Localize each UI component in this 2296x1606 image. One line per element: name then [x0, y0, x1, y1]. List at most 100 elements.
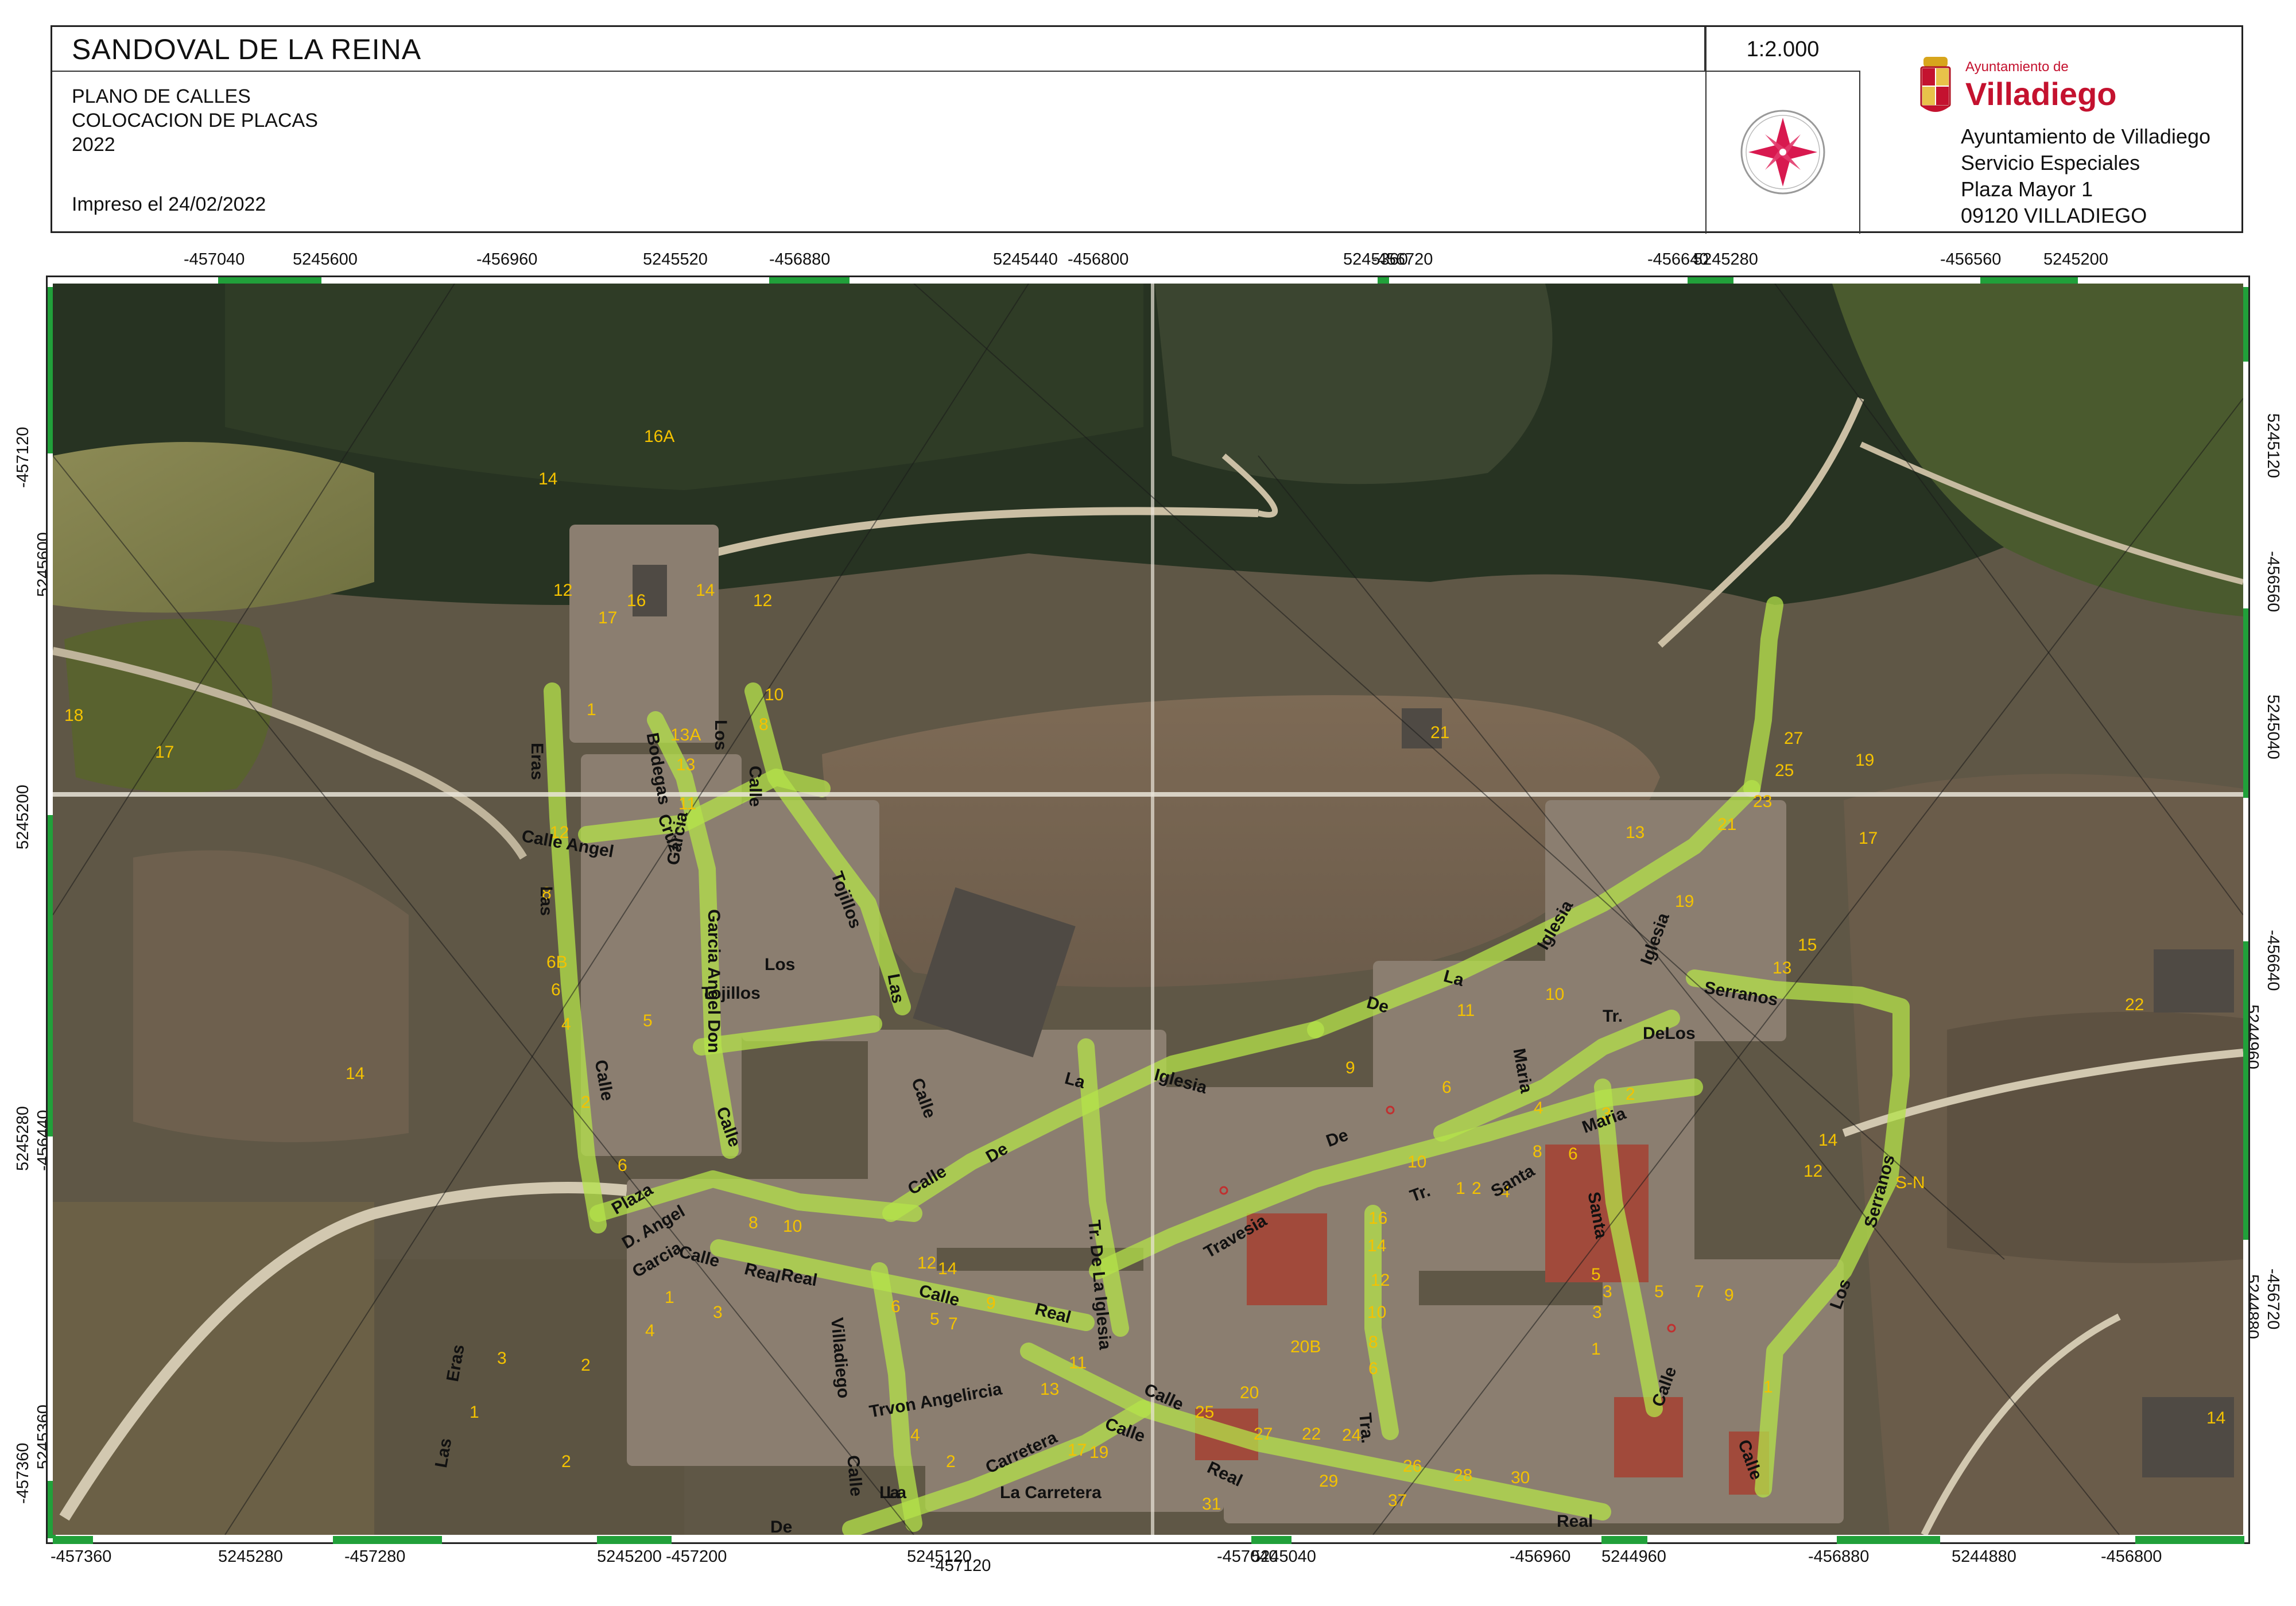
street-label: Tojillos — [701, 984, 761, 1003]
house-number: 10 — [1367, 1303, 1387, 1322]
house-number: 18 — [64, 706, 84, 725]
organization-block: Ayuntamiento de Villadiego Ayuntamiento … — [1915, 27, 2245, 234]
house-number: 25 — [1195, 1403, 1215, 1422]
tick-label-bottom: 5245280 — [218, 1547, 283, 1566]
house-number: 8 — [1368, 1333, 1378, 1352]
subtitle-line: PLANO DE CALLES — [72, 86, 251, 107]
house-number: 17 — [1068, 1441, 1087, 1460]
compass-rose-cell — [1705, 72, 1860, 234]
street-label: Los — [765, 955, 796, 974]
tick-label-top: -456880 — [769, 250, 831, 269]
house-number: 5 — [930, 1310, 940, 1329]
house-number: 14 — [346, 1064, 365, 1083]
map-header: SANDOVAL DE LA REINA PLANO DE CALLES COL… — [51, 25, 2245, 234]
house-number: 27 — [1254, 1425, 1273, 1444]
house-number: 13 — [676, 755, 696, 774]
house-number: 27 — [1784, 729, 1804, 748]
house-number: 17 — [598, 608, 618, 627]
org-small-label: Ayuntamiento de — [1965, 59, 2069, 75]
house-number: 4 — [1534, 1099, 1543, 1118]
street-label: Calle — [843, 1454, 866, 1498]
house-number: 23 — [1753, 792, 1773, 811]
tick-label-right: -456560 — [2264, 551, 2282, 612]
house-number: 3 — [1603, 1282, 1612, 1301]
street-label: La — [879, 1483, 900, 1502]
street-label: Tra. — [1355, 1412, 1377, 1445]
house-number: 8 — [759, 715, 769, 734]
org-name: Villadiego — [1965, 76, 2117, 112]
house-number: 6 — [1568, 1145, 1578, 1163]
house-number: 9 — [1345, 1058, 1355, 1077]
tick-label-bottom: -457360 — [51, 1547, 112, 1566]
house-number: 10 — [765, 685, 784, 704]
street-label: Real — [1557, 1512, 1593, 1531]
house-number: 11 — [678, 794, 697, 813]
house-number: 8 — [748, 1213, 758, 1232]
house-number: 9 — [986, 1294, 996, 1313]
house-number: 14 — [696, 581, 715, 600]
org-line: Servicio Especiales — [1961, 151, 2140, 174]
house-number: 15 — [1798, 936, 1817, 955]
tick-label-top: -457040 — [184, 250, 245, 269]
tick-label-top: 5245600 — [293, 250, 358, 269]
tick-label-left: 5245280 — [14, 1106, 32, 1171]
frame-scale-bar — [1837, 1536, 1940, 1544]
street-label: Los — [711, 720, 730, 751]
house-number: 16 — [1368, 1209, 1388, 1228]
tick-label-bottom: 5245200 — [597, 1547, 662, 1566]
house-number: 13 — [1040, 1380, 1060, 1399]
frame-scale-bar — [1251, 1536, 1292, 1544]
tick-label-top: -456560 — [1940, 250, 2002, 269]
house-number: 8 — [1533, 1142, 1542, 1161]
subtitle-line: COLOCACION DE PLACAS — [72, 110, 318, 131]
house-number: 6 — [618, 1156, 627, 1175]
house-number: 11 — [1069, 1353, 1087, 1372]
org-line: Plaza Mayor 1 — [1961, 177, 2093, 201]
house-number: 12 — [753, 591, 773, 610]
house-number: 20B — [1290, 1337, 1321, 1356]
house-number: 1 — [587, 700, 596, 719]
house-number: 10 — [783, 1217, 802, 1236]
street-label: De — [770, 1518, 793, 1535]
house-number: 19 — [1675, 892, 1694, 911]
aerial-map[interactable]: 16A 14 12 17 16 14 12 18 17 1 10 8 13A 1… — [53, 284, 2243, 1535]
scale-label: 1:2.000 — [1705, 27, 1860, 72]
house-number: 5 — [1654, 1282, 1664, 1301]
house-number: 2 — [581, 1093, 591, 1112]
org-line: Ayuntamiento de Villadiego — [1961, 125, 2210, 148]
house-number: 29 — [1319, 1472, 1339, 1491]
tick-label-bottom: -457280 — [344, 1547, 406, 1566]
frame-scale-bar — [597, 1536, 672, 1544]
tick-label-right: 5245120 — [2264, 413, 2282, 478]
house-number: 12 — [917, 1254, 937, 1273]
tick-label-bottom: -456960 — [1510, 1547, 1571, 1566]
house-number: 26 — [1403, 1457, 1422, 1476]
frame-scale-bar — [333, 1536, 442, 1544]
house-number: 1 — [1763, 1378, 1773, 1396]
house-number: 13 — [1773, 959, 1792, 977]
subtitle-block: PLANO DE CALLES COLOCACION DE PLACAS 202… — [72, 84, 318, 157]
street-label: La Carretera — [1000, 1483, 1102, 1502]
house-number: 17 — [155, 743, 174, 762]
house-number: 5 — [1591, 1265, 1601, 1284]
tick-label-bottom: -456800 — [2101, 1547, 2162, 1566]
tick-label-left: 5245200 — [14, 785, 32, 849]
house-number: 4 — [561, 1015, 571, 1034]
house-number: S-N — [1895, 1173, 1925, 1192]
house-number: 19 — [1855, 751, 1875, 770]
street-label: Eras — [528, 743, 546, 781]
house-number: 3 — [1592, 1303, 1602, 1322]
house-number: 20 — [1240, 1383, 1259, 1402]
tick-label-bottom: 5245040 — [1251, 1547, 1316, 1566]
house-number: 10 — [1545, 985, 1565, 1004]
tick-label-right: 5245040 — [2264, 695, 2282, 759]
house-number: 2 — [561, 1452, 571, 1471]
house-number: 17 — [1859, 829, 1878, 848]
house-number: 10 — [1407, 1153, 1427, 1171]
tick-label-top: -456720 — [1372, 250, 1433, 269]
house-number: 14 — [1818, 1131, 1838, 1150]
house-number: 12 — [553, 581, 573, 600]
house-number: 6 — [891, 1297, 901, 1316]
tick-label-right: -456720 — [2264, 1268, 2282, 1330]
house-number: 2 — [946, 1452, 956, 1471]
